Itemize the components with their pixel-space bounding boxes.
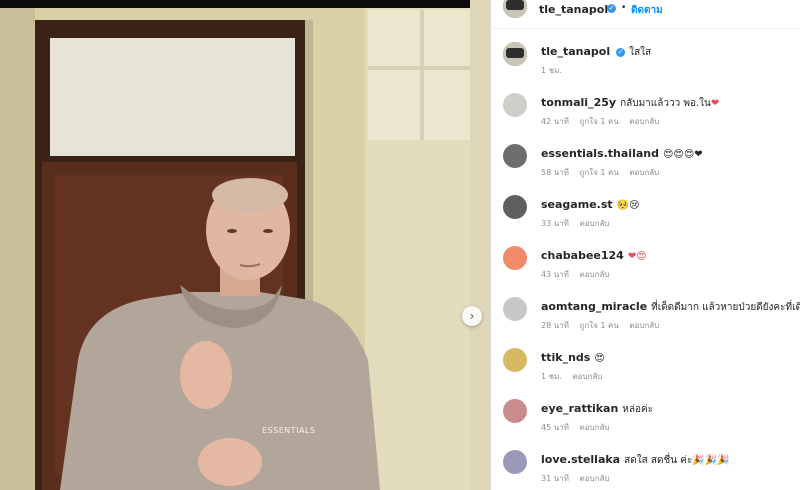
reply-button[interactable]: ตอบกลับ (580, 219, 610, 228)
comment-username[interactable]: essentials.thailand (541, 147, 659, 160)
comment-username[interactable]: seagame.st (541, 198, 613, 211)
comment-row: ttik_nds 😍 1 ชม. ตอบกลับ (491, 348, 800, 398)
reply-button[interactable]: ตอบกลับ (580, 423, 610, 432)
comment-text-line: seagame.st 🥺😢 (541, 198, 640, 211)
avatar-image (503, 0, 527, 18)
comment-text-line: eye_rattikan หล่อค่ะ (541, 402, 653, 417)
avatar[interactable] (503, 0, 527, 18)
comment-meta: 28 นาที ถูกใจ 1 คน ตอบกลับ (541, 319, 667, 332)
avatar[interactable] (503, 144, 527, 168)
comment-likes[interactable]: ถูกใจ 1 คน (580, 321, 619, 330)
comment-emoji: 🥺😢 (616, 200, 640, 211)
comment-meta: 31 นาที ตอบกลับ (541, 472, 617, 485)
reply-button[interactable]: ตอบกลับ (629, 117, 659, 126)
post-author-username[interactable]: tle_tanapol (539, 3, 608, 16)
comment-username[interactable]: ttik_nds (541, 351, 590, 364)
comment-username[interactable]: eye_rattikan (541, 402, 618, 415)
comment-row: chababee124 ❤😍 43 นาที ตอบกลับ (491, 246, 800, 296)
comment-text: สดใส สดชื่น ค่ะ (624, 455, 693, 466)
comment-meta: 42 นาที ถูกใจ 1 คน ตอบกลับ (541, 115, 667, 128)
comment-time[interactable]: 28 นาที (541, 321, 569, 330)
post-photo: ESSENTIALS › (0, 0, 490, 490)
caption-text: ใสใส (629, 47, 652, 58)
comment-emoji: 🎉🎉🎉 (692, 455, 730, 466)
comment-time[interactable]: 58 นาที (541, 168, 569, 177)
sweatshirt-logo-text: ESSENTIALS (262, 426, 316, 435)
comment-text: ที่เด็ดดีมาก แล้วหายป่วยดียังคะที่เดิ (651, 302, 800, 313)
avatar[interactable] (503, 399, 527, 423)
header-separator: • (621, 3, 627, 13)
comment-meta: 43 นาที ตอบกลับ (541, 268, 617, 281)
comment-row: eye_rattikan หล่อค่ะ 45 นาที ตอบกลับ (491, 399, 800, 449)
follow-button[interactable]: ติดตาม (631, 3, 663, 18)
comment-time[interactable]: 45 นาที (541, 423, 569, 432)
post-header: tle_tanapol ✓ • ติดตาม (491, 0, 800, 22)
reply-button[interactable]: ตอบกลับ (572, 372, 602, 381)
reply-button[interactable]: ตอบกลับ (580, 474, 610, 483)
comment-text: กลับมาแล้ววว พอ.ใน (620, 98, 711, 109)
next-photo-button[interactable]: › (462, 306, 482, 326)
comment-emoji: ❤😍 (627, 251, 647, 262)
comment-text-line: love.stellaka สดใส สดชื่น ค่ะ🎉🎉🎉 (541, 453, 730, 468)
comment-emoji: ❤ (710, 98, 720, 109)
comment-meta: 33 นาที ตอบกลับ (541, 217, 617, 230)
comment-row: love.stellaka สดใส สดชื่น ค่ะ🎉🎉🎉 31 นาที … (491, 450, 800, 490)
header-divider (491, 28, 800, 29)
comment-username[interactable]: tonmali_25y (541, 96, 616, 109)
avatar[interactable] (503, 93, 527, 117)
reply-button[interactable]: ตอบกลับ (580, 270, 610, 279)
photo-illustration (0, 0, 490, 490)
comment-row: seagame.st 🥺😢 33 นาที ตอบกลับ (491, 195, 800, 245)
reply-button[interactable]: ตอบกลับ (629, 168, 659, 177)
comment-text-line: tonmali_25y กลับมาแล้ววว พอ.ใน❤ (541, 96, 719, 111)
comment-meta: 45 นาที ตอบกลับ (541, 421, 617, 434)
chevron-right-icon: › (469, 309, 475, 323)
avatar[interactable] (503, 297, 527, 321)
verified-icon: ✓ (616, 47, 626, 57)
verified-icon: ✓ (607, 4, 616, 13)
comment-meta: 1 ชม. ตอบกลับ (541, 370, 610, 383)
comment-time[interactable]: 1 ชม. (541, 372, 562, 381)
comment-text-line: essentials.thailand 😍😍😍❤ (541, 147, 703, 160)
comment-username[interactable]: love.stellaka (541, 453, 620, 466)
caption-row: tle_tanapol ✓ ใสใส 1 ชม. (491, 42, 800, 92)
comment-text-line: aomtang_miracle ที่เด็ดดีมาก แล้วหายป่วยด… (541, 300, 800, 315)
avatar[interactable] (503, 450, 527, 474)
comment-time[interactable]: 33 นาที (541, 219, 569, 228)
comment-username[interactable]: chababee124 (541, 249, 624, 262)
comment-time[interactable]: 42 นาที (541, 117, 569, 126)
avatar[interactable] (503, 42, 527, 66)
avatar[interactable] (503, 348, 527, 372)
comment-emoji: 😍😍😍❤ (662, 149, 703, 160)
comment-text-line: ttik_nds 😍 (541, 351, 605, 364)
comment-meta: 58 นาที ถูกใจ 1 คน ตอบกลับ (541, 166, 667, 179)
comment-text: หล่อค่ะ (622, 404, 654, 415)
comment-time[interactable]: 31 นาที (541, 474, 569, 483)
avatar[interactable] (503, 195, 527, 219)
comment-username[interactable]: aomtang_miracle (541, 300, 647, 313)
comment-row: aomtang_miracle ที่เด็ดดีมาก แล้วหายป่วยด… (491, 297, 800, 347)
caption-meta: 1 ชม. (541, 64, 570, 77)
caption-time[interactable]: 1 ชม. (541, 66, 562, 75)
comment-row: tonmali_25y กลับมาแล้ววว พอ.ใน❤ 42 นาที ถ… (491, 93, 800, 143)
caption-username[interactable]: tle_tanapol (541, 45, 610, 58)
reply-button[interactable]: ตอบกลับ (629, 321, 659, 330)
comment-row: essentials.thailand 😍😍😍❤ 58 นาที ถูกใจ 1 … (491, 144, 800, 194)
comment-time[interactable]: 43 นาที (541, 270, 569, 279)
avatar-image (503, 42, 527, 66)
caption-text-line: tle_tanapol ✓ ใสใส (541, 45, 651, 60)
comment-emoji: 😍 (594, 353, 605, 364)
comment-text-line: chababee124 ❤😍 (541, 249, 647, 262)
avatar[interactable] (503, 246, 527, 270)
comment-likes[interactable]: ถูกใจ 1 คน (580, 117, 619, 126)
comment-likes[interactable]: ถูกใจ 1 คน (580, 168, 619, 177)
comments-panel: tle_tanapol ✓ • ติดตาม tle_tanapol ✓ ใสใส … (491, 0, 800, 490)
